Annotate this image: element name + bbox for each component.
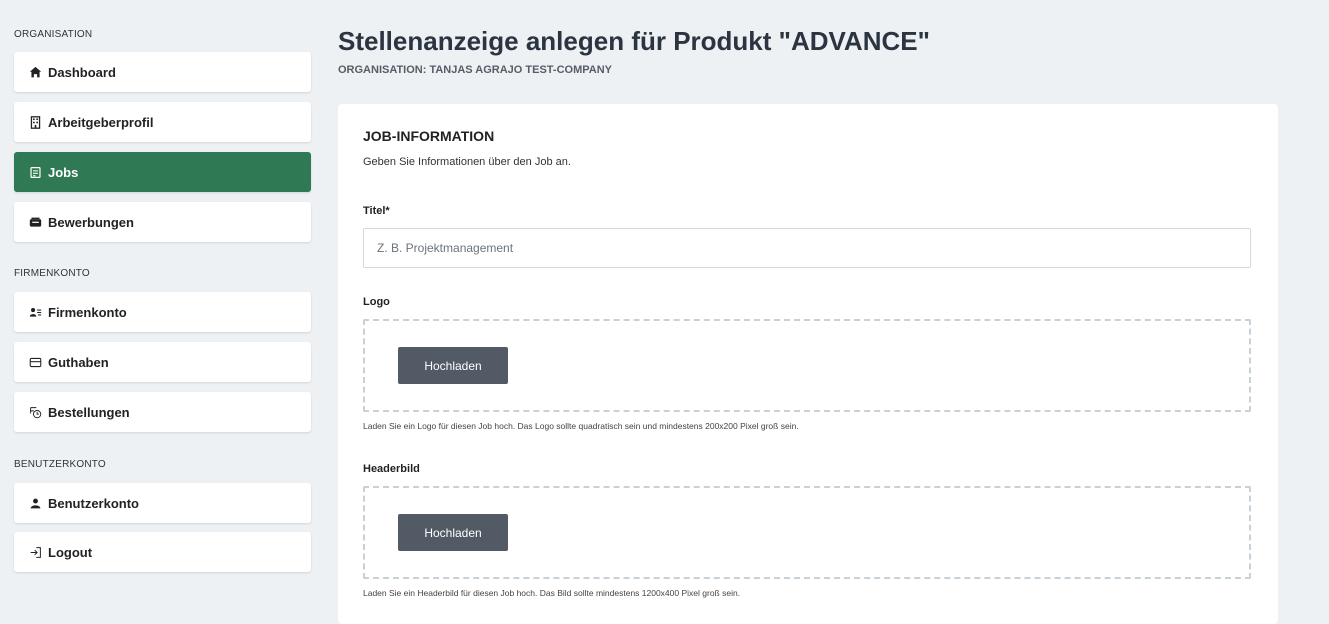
header-image-label: Headerbild (363, 463, 420, 475)
sidebar-item-label: Dashboard (48, 64, 116, 80)
section-description: Geben Sie Informationen über den Job an. (363, 156, 571, 168)
sidebar-item-bewerbungen[interactable]: Bewerbungen (14, 202, 311, 242)
users-list-icon (28, 305, 42, 319)
sidebar-item-logout[interactable]: Logout (14, 532, 311, 572)
sidebar-item-guthaben[interactable]: Guthaben (14, 342, 311, 382)
header-image-hint: Laden Sie ein Headerbild für diesen Job … (363, 588, 741, 598)
sidebar-item-label: Logout (48, 544, 93, 560)
building-icon (28, 115, 42, 129)
section-heading: JOB-INFORMATION (363, 128, 495, 144)
sidebar-item-label: Guthaben (48, 354, 109, 370)
logout-icon (28, 545, 42, 559)
sidebar-item-bestellungen[interactable]: Bestellungen (14, 392, 311, 432)
header-image-upload-button[interactable]: Hochladen (398, 514, 508, 551)
sidebar-item-label: Jobs (48, 164, 79, 180)
sidebar-item-dashboard[interactable]: Dashboard (14, 52, 311, 92)
inbox-icon (28, 215, 42, 229)
sidebar-item-label: Bestellungen (48, 404, 130, 420)
section-label-benutzerkonto: BENUTZERKONTO (14, 459, 106, 470)
sidebar-item-jobs[interactable]: Jobs (14, 152, 311, 192)
section-label-firmenkonto: FIRMENKONTO (14, 268, 90, 279)
sidebar-item-label: Bewerbungen (48, 214, 134, 230)
user-icon (28, 496, 42, 510)
sidebar-item-benutzerkonto[interactable]: Benutzerkonto (14, 483, 311, 523)
home-icon (28, 65, 42, 79)
logo-label: Logo (363, 296, 390, 308)
page-title: Stellenanzeige anlegen für Produkt "ADVA… (338, 26, 930, 56)
header-image-dropzone[interactable]: Hochladen (363, 486, 1251, 579)
wallet-icon (28, 355, 42, 369)
title-field-label: Titel* (363, 205, 390, 217)
sidebar-item-label: Firmenkonto (48, 304, 127, 320)
sidebar-item-arbeitgeberprofil[interactable]: Arbeitgeberprofil (14, 102, 311, 142)
section-label-organisation: ORGANISATION (14, 29, 93, 40)
sidebar-item-label: Arbeitgeberprofil (48, 114, 154, 130)
logo-upload-button[interactable]: Hochladen (398, 347, 508, 384)
job-information-card: JOB-INFORMATION Geben Sie Informationen … (338, 104, 1278, 624)
sidebar-item-firmenkonto[interactable]: Firmenkonto (14, 292, 311, 332)
receipt-icon (28, 405, 42, 419)
document-icon (28, 165, 42, 179)
sidebar-item-label: Benutzerkonto (48, 495, 139, 511)
logo-hint: Laden Sie ein Logo für diesen Job hoch. … (363, 421, 799, 431)
title-input[interactable] (363, 228, 1251, 268)
logo-dropzone[interactable]: Hochladen (363, 319, 1251, 412)
organisation-subtitle: ORGANISATION: TANJAS AGRAJO TEST-COMPANY (338, 64, 612, 76)
